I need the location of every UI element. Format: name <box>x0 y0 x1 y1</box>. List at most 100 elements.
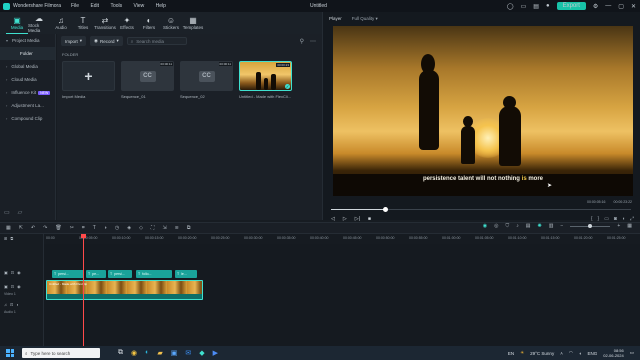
sidebar-item-folder[interactable]: Folder <box>0 47 55 60</box>
lock-icon[interactable]: ⊡ <box>11 284 14 289</box>
title-clip[interactable]: Tle... <box>175 270 197 278</box>
weather-text[interactable]: 29°C Sunny <box>530 351 554 356</box>
split-icon[interactable]: ✂ <box>70 225 74 231</box>
video-clip[interactable]: Untitled - Made with FlexClip <box>46 280 203 300</box>
sidebar-item-global-media[interactable]: › Global Media <box>0 60 55 73</box>
tab-templates[interactable]: ▦ Templates <box>182 12 204 34</box>
grid-icon[interactable]: ▦ <box>627 223 632 229</box>
zoom-out-icon[interactable]: − <box>560 223 563 229</box>
progress-knob[interactable] <box>383 207 388 212</box>
speed-icon[interactable]: ◷ <box>115 225 119 231</box>
audio-wave-icon[interactable]: ≋ <box>175 225 179 231</box>
more-icon[interactable]: ⋯ <box>310 38 316 45</box>
eye-icon[interactable]: ◉ <box>17 284 21 289</box>
tab-audio[interactable]: ♫ Audio <box>50 12 72 34</box>
link-icon[interactable]: ⧉ <box>10 236 13 241</box>
task-view-icon[interactable]: ⧉ <box>118 349 123 357</box>
mic-icon[interactable]: ♪ <box>516 223 519 229</box>
media-card-sequence-01[interactable]: CC 00:00:11 Sequence_01 <box>121 61 174 99</box>
preview-screen[interactable]: persistence talent will not nothing is m… <box>333 26 633 196</box>
playhead-line[interactable] <box>83 234 84 346</box>
tab-titles[interactable]: T Titles <box>72 12 94 34</box>
playhead-handle[interactable] <box>81 234 86 238</box>
menu-view[interactable]: View <box>134 3 145 9</box>
sidebar-item-influence-kit[interactable]: › Influence Kit NEW <box>0 86 55 99</box>
color-icon[interactable]: ◈ <box>127 225 131 231</box>
display-icon[interactable]: ▭ <box>521 3 527 10</box>
new-folder-icon[interactable]: ▭ <box>4 209 10 216</box>
zoom-knob[interactable] <box>588 223 593 228</box>
import-dropdown[interactable]: Import ▾ <box>61 36 87 46</box>
language-indicator[interactable]: ENG <box>588 351 598 356</box>
lock-icon[interactable]: ⊡ <box>10 302 13 307</box>
chrome-icon[interactable]: ◉ <box>131 349 137 357</box>
file-explorer-icon[interactable]: ▰ <box>157 349 162 357</box>
notification-icon[interactable]: ▭ <box>630 350 634 356</box>
detach-icon[interactable]: ⧉ <box>187 225 191 231</box>
tab-transitions[interactable]: ⇄ Transitions <box>94 12 116 34</box>
title-clip[interactable]: Tpersi... <box>108 270 132 278</box>
add-track-icon[interactable]: ⊞ <box>4 236 7 241</box>
sidebar-item-compound-clip[interactable]: › Compound Clip <box>0 112 55 125</box>
timeline-ruler[interactable]: 00:00 00:00:05:00 00:00:10:00 00:00:15:00 00… <box>44 234 640 244</box>
maximize-icon[interactable]: ▢ <box>618 3 624 10</box>
edge-icon[interactable]: ◐ <box>145 349 149 357</box>
auto-ripple-icon[interactable]: ◉ <box>483 223 487 229</box>
close-icon[interactable]: ✕ <box>631 3 636 10</box>
zoom-in-icon[interactable]: + <box>617 223 620 229</box>
user-icon[interactable]: ● <box>546 3 550 9</box>
media-card-video[interactable]: 00:00:23 ✓ Untitled - Made with FlexCli.… <box>239 61 292 99</box>
gift-icon[interactable]: ▤ <box>533 3 539 10</box>
mail-icon[interactable]: ✉ <box>185 349 191 357</box>
shield-icon[interactable]: ⛉ <box>505 223 509 229</box>
minimize-icon[interactable]: — <box>605 3 611 9</box>
tab-stock-media[interactable]: ☁ Stock Media <box>28 12 50 34</box>
tray-lang[interactable]: EN <box>508 351 514 356</box>
undo-icon[interactable]: ↶ <box>31 225 35 231</box>
snap-icon[interactable]: ◎ <box>494 223 498 229</box>
mask-icon[interactable]: ◇ <box>139 225 143 231</box>
zoom-slider[interactable] <box>570 223 611 228</box>
record-dropdown[interactable]: ◉ Record ▾ <box>90 36 123 46</box>
pointer-icon[interactable]: ⇱ <box>19 225 23 231</box>
lock-icon[interactable]: ⊡ <box>11 270 14 275</box>
redo-icon[interactable]: ↷ <box>43 225 47 231</box>
quality-dropdown[interactable]: Full Quality ▾ <box>352 16 378 22</box>
text-icon[interactable]: T <box>93 225 96 231</box>
eye-icon[interactable]: ◉ <box>17 270 21 275</box>
chevron-up-icon[interactable]: ˄ <box>560 351 563 356</box>
track-icon[interactable]: ▥ <box>549 223 554 229</box>
tab-filters[interactable]: ◐ Filters <box>138 12 160 34</box>
menu-edit[interactable]: Edit <box>90 3 99 9</box>
store-icon[interactable]: ▣ <box>171 349 178 357</box>
sidebar-item-adjustment-layer[interactable]: › Adjustment La... <box>0 99 55 112</box>
sidebar-project-media[interactable]: ▾ Project Media <box>0 34 55 47</box>
taskbar-search-input[interactable]: ⌕ Type here to search <box>22 348 100 358</box>
adjust-icon[interactable]: ◑ <box>104 225 107 231</box>
tab-effects[interactable]: ✦ Effects <box>116 12 138 34</box>
speaker-icon[interactable]: ◖ <box>579 351 582 356</box>
media-search-input[interactable]: ⌕ Search media <box>126 37 187 45</box>
menu-tools[interactable]: Tools <box>110 3 122 9</box>
transform-icon[interactable]: ⇲ <box>162 225 166 231</box>
layout-icon[interactable]: ▦ <box>6 225 11 231</box>
filmora-taskbar-icon[interactable]: ◆ <box>199 349 204 357</box>
media-card-sequence-02[interactable]: CC 00:00:11 Sequence_02 <box>180 61 233 99</box>
delete-icon[interactable]: 🗑 <box>55 225 61 231</box>
filter-icon[interactable]: ⚲ <box>300 38 304 45</box>
settings-icon[interactable]: ⚙ <box>593 3 598 10</box>
sidebar-item-cloud-media[interactable]: › Cloud Media <box>0 73 55 86</box>
title-clip[interactable]: Tfollo... <box>136 270 172 278</box>
folder-icon[interactable]: ▱ <box>18 209 23 216</box>
account-icon[interactable]: ◯ <box>507 3 514 10</box>
crop-zoom-icon[interactable]: ⛶ <box>151 225 155 231</box>
menu-file[interactable]: File <box>71 3 79 9</box>
tab-media[interactable]: ▣ Media <box>6 12 28 34</box>
title-clip[interactable]: Tpe... <box>86 270 106 278</box>
windows-start-icon[interactable] <box>6 349 14 357</box>
menu-help[interactable]: Help <box>156 3 166 9</box>
title-clip[interactable]: Tpersi... <box>52 270 84 278</box>
tab-stickers[interactable]: ☺ Stickers <box>160 12 182 34</box>
network-icon[interactable]: ◠ <box>569 350 573 356</box>
marker-icon[interactable]: ▤ <box>526 223 531 229</box>
